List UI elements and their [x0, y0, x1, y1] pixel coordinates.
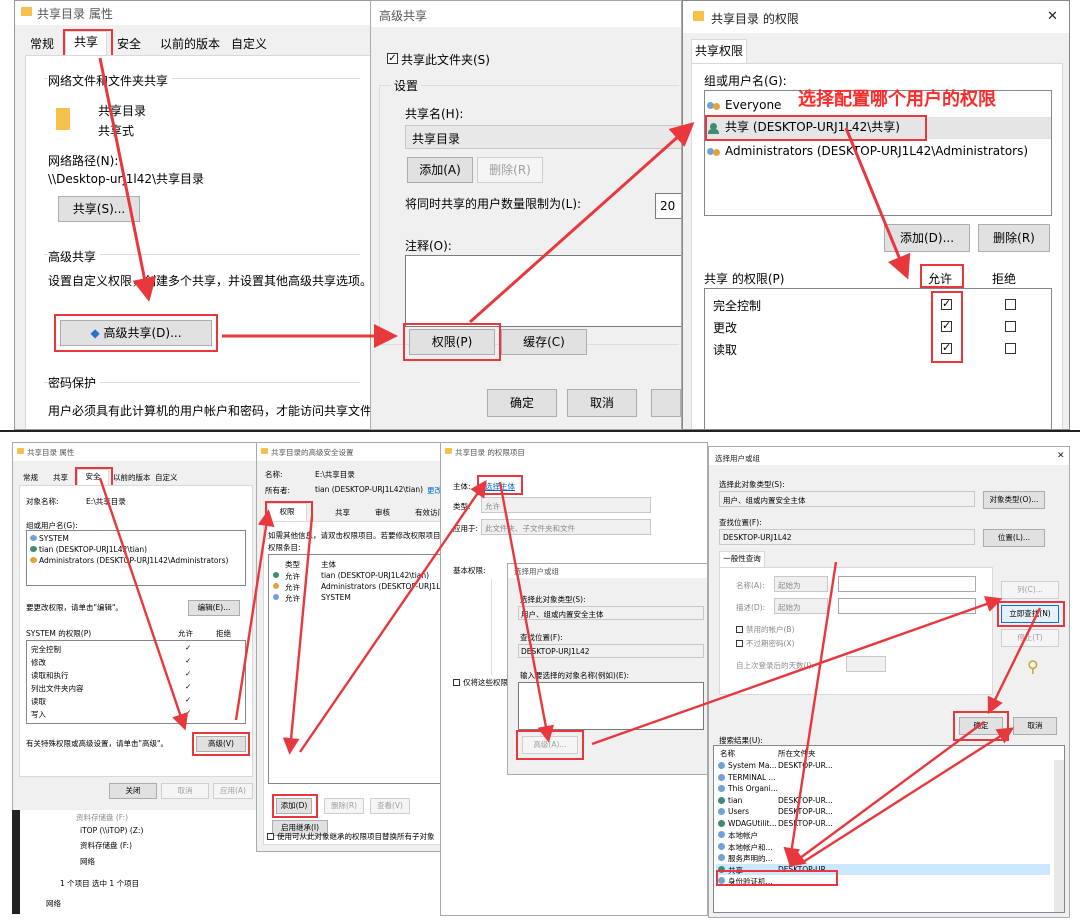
- bottom-arrows: [98, 477, 1042, 867]
- top-arrows: [98, 57, 911, 348]
- bottom-screenshot: 共享目录 属性 常规 共享 安全 以前的版本 自定义 对象名称: E:\共享目录…: [0, 432, 1080, 921]
- top-screenshot: 共享目录 属性 常规 共享 安全 以前的版本 自定义 网络文件和文件夹共享 共享…: [0, 0, 1080, 432]
